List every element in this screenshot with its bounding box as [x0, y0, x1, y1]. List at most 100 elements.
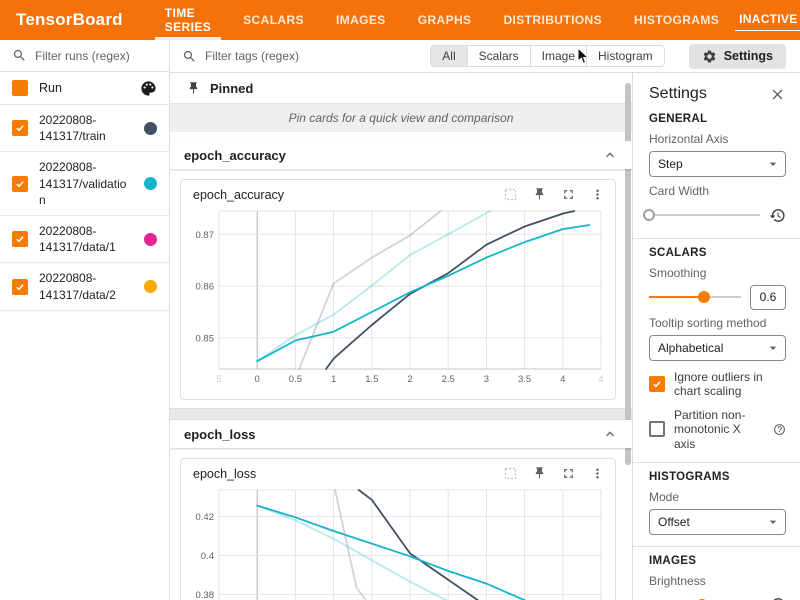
- filter-tags-input[interactable]: [205, 49, 422, 63]
- app-logo: TensorBoard: [0, 0, 149, 40]
- fullscreen-icon[interactable]: [561, 466, 576, 481]
- card-title: epoch_accuracy: [193, 188, 284, 202]
- chevron-up-icon[interactable]: [602, 147, 618, 163]
- run-label: 20220808-141317/data/1: [39, 223, 133, 255]
- search-icon: [12, 48, 27, 63]
- card-width-label: Card Width: [649, 184, 786, 198]
- filter-button-image[interactable]: Image: [530, 45, 587, 67]
- svg-text:0: 0: [255, 374, 260, 385]
- runs-column-label: Run: [39, 81, 129, 95]
- filter-runs-row: [0, 40, 169, 72]
- histogram-mode-select[interactable]: Offset: [649, 509, 786, 535]
- svg-text:1.5: 1.5: [365, 374, 378, 385]
- fullscreen-icon[interactable]: [561, 187, 576, 202]
- settings-button[interactable]: Settings: [689, 44, 786, 69]
- runs-sidebar: Run 20220808-141317/train 20220808-14131…: [0, 40, 170, 600]
- section-title: epoch_accuracy: [184, 148, 286, 163]
- nav-tab-distributions[interactable]: DISTRIBUTIONS: [487, 0, 618, 40]
- run-row[interactable]: 20220808-141317/data/2: [0, 263, 169, 310]
- checkbox[interactable]: [649, 421, 665, 437]
- slider-thumb[interactable]: [698, 291, 710, 303]
- ignore-outliers-option[interactable]: Ignore outliers in chart scaling: [649, 370, 786, 399]
- svg-text:0.5: 0.5: [289, 374, 302, 385]
- more-options-icon[interactable]: [590, 466, 605, 481]
- nav-tab-graphs[interactable]: GRAPHS: [402, 0, 488, 40]
- filter-runs-input[interactable]: [35, 49, 159, 63]
- reset-icon[interactable]: [769, 596, 786, 600]
- pinned-section-header: Pinned: [170, 73, 632, 103]
- card-width-slider[interactable]: [649, 208, 760, 222]
- run-label: 20220808-141317/validation: [39, 159, 133, 208]
- divider: [633, 238, 800, 239]
- svg-text:0.38: 0.38: [196, 590, 215, 600]
- fit-to-data-icon[interactable]: [503, 187, 518, 202]
- nav-tab-scalars[interactable]: SCALARS: [227, 0, 320, 40]
- tooltip-sorting-label: Tooltip sorting method: [649, 316, 786, 330]
- main-nav: TIME SERIESSCALARSIMAGESGRAPHSDISTRIBUTI…: [149, 0, 735, 40]
- svg-text:4: 4: [560, 374, 565, 385]
- select-all-runs-checkbox[interactable]: [12, 80, 28, 96]
- caret-down-icon: [765, 340, 781, 356]
- run-color-dot[interactable]: [144, 233, 157, 246]
- card-title: epoch_loss: [193, 467, 256, 481]
- run-color-dot[interactable]: [144, 280, 157, 293]
- pinned-empty-hint: Pin cards for a quick view and compariso…: [170, 103, 632, 132]
- search-icon: [182, 49, 197, 64]
- fit-to-data-icon[interactable]: [503, 466, 518, 481]
- palette-icon[interactable]: [140, 80, 157, 97]
- partition-x-axis-option[interactable]: Partition non-monotonic X axis: [649, 408, 786, 451]
- nav-tab-histograms[interactable]: HISTOGRAMS: [618, 0, 735, 40]
- tag-section-header[interactable]: epoch_loss: [170, 420, 632, 448]
- run-row[interactable]: 20220808-141317/data/1: [0, 216, 169, 263]
- divider: [633, 546, 800, 547]
- histogram-mode-label: Mode: [649, 490, 786, 504]
- run-status-select[interactable]: INACTIVE: [735, 9, 800, 31]
- section-divider: [170, 408, 632, 420]
- tooltip-sorting-select[interactable]: Alphabetical: [649, 335, 786, 361]
- tag-section-epoch_loss: epoch_loss epoch_loss 00.511.522.533.540…: [170, 420, 632, 600]
- section-title: epoch_loss: [184, 427, 256, 442]
- caret-down-icon: [765, 514, 781, 530]
- run-checkbox[interactable]: [12, 231, 28, 247]
- smoothing-value-input[interactable]: 0.6: [750, 285, 786, 310]
- images-heading: IMAGES: [649, 555, 786, 567]
- svg-text:1: 1: [331, 374, 336, 385]
- pinned-label: Pinned: [210, 81, 253, 96]
- chevron-up-icon[interactable]: [602, 426, 618, 442]
- slider-thumb[interactable]: [643, 209, 655, 221]
- tag-type-filter-group: AllScalarsImageHistogram: [430, 45, 664, 67]
- scalars-heading: SCALARS: [649, 247, 786, 259]
- smoothing-slider[interactable]: [649, 290, 741, 304]
- close-icon[interactable]: [769, 86, 786, 103]
- nav-tab-images[interactable]: IMAGES: [320, 0, 402, 40]
- checkbox-label: Ignore outliers in chart scaling: [674, 370, 786, 399]
- run-checkbox[interactable]: [12, 120, 28, 136]
- tags-toolbar: AllScalarsImageHistogram Settings: [170, 40, 800, 73]
- run-color-dot[interactable]: [144, 122, 157, 135]
- filter-button-histogram[interactable]: Histogram: [586, 45, 665, 67]
- run-row[interactable]: 20220808-141317/validation: [0, 152, 169, 216]
- reset-icon[interactable]: [769, 207, 786, 224]
- brightness-label: Brightness: [649, 574, 786, 588]
- help-icon[interactable]: [773, 423, 786, 436]
- horizontal-axis-select[interactable]: Step: [649, 151, 786, 177]
- svg-text:0.86: 0.86: [196, 282, 215, 293]
- app-header: TensorBoard TIME SERIESSCALARSIMAGESGRAP…: [0, 0, 800, 40]
- filter-button-scalars[interactable]: Scalars: [467, 45, 531, 67]
- svg-text:2: 2: [407, 374, 412, 385]
- tag-section-header[interactable]: epoch_accuracy: [170, 141, 632, 169]
- filter-button-all[interactable]: All: [430, 45, 467, 67]
- nav-tab-time-series[interactable]: TIME SERIES: [149, 0, 227, 40]
- line-chart[interactable]: 00.511.522.533.540.360.380.40.42: [185, 485, 609, 600]
- more-options-icon[interactable]: [590, 187, 605, 202]
- run-checkbox[interactable]: [12, 176, 28, 192]
- settings-panel-title: Settings: [649, 85, 707, 103]
- pin-icon[interactable]: [532, 187, 547, 202]
- pin-icon[interactable]: [532, 466, 547, 481]
- line-chart[interactable]: 00.511.522.533.54540.850.860.87: [185, 206, 609, 390]
- checkbox[interactable]: [649, 376, 665, 392]
- svg-text:3.5: 3.5: [518, 374, 531, 385]
- run-checkbox[interactable]: [12, 279, 28, 295]
- run-color-dot[interactable]: [144, 177, 157, 190]
- run-row[interactable]: 20220808-141317/train: [0, 105, 169, 152]
